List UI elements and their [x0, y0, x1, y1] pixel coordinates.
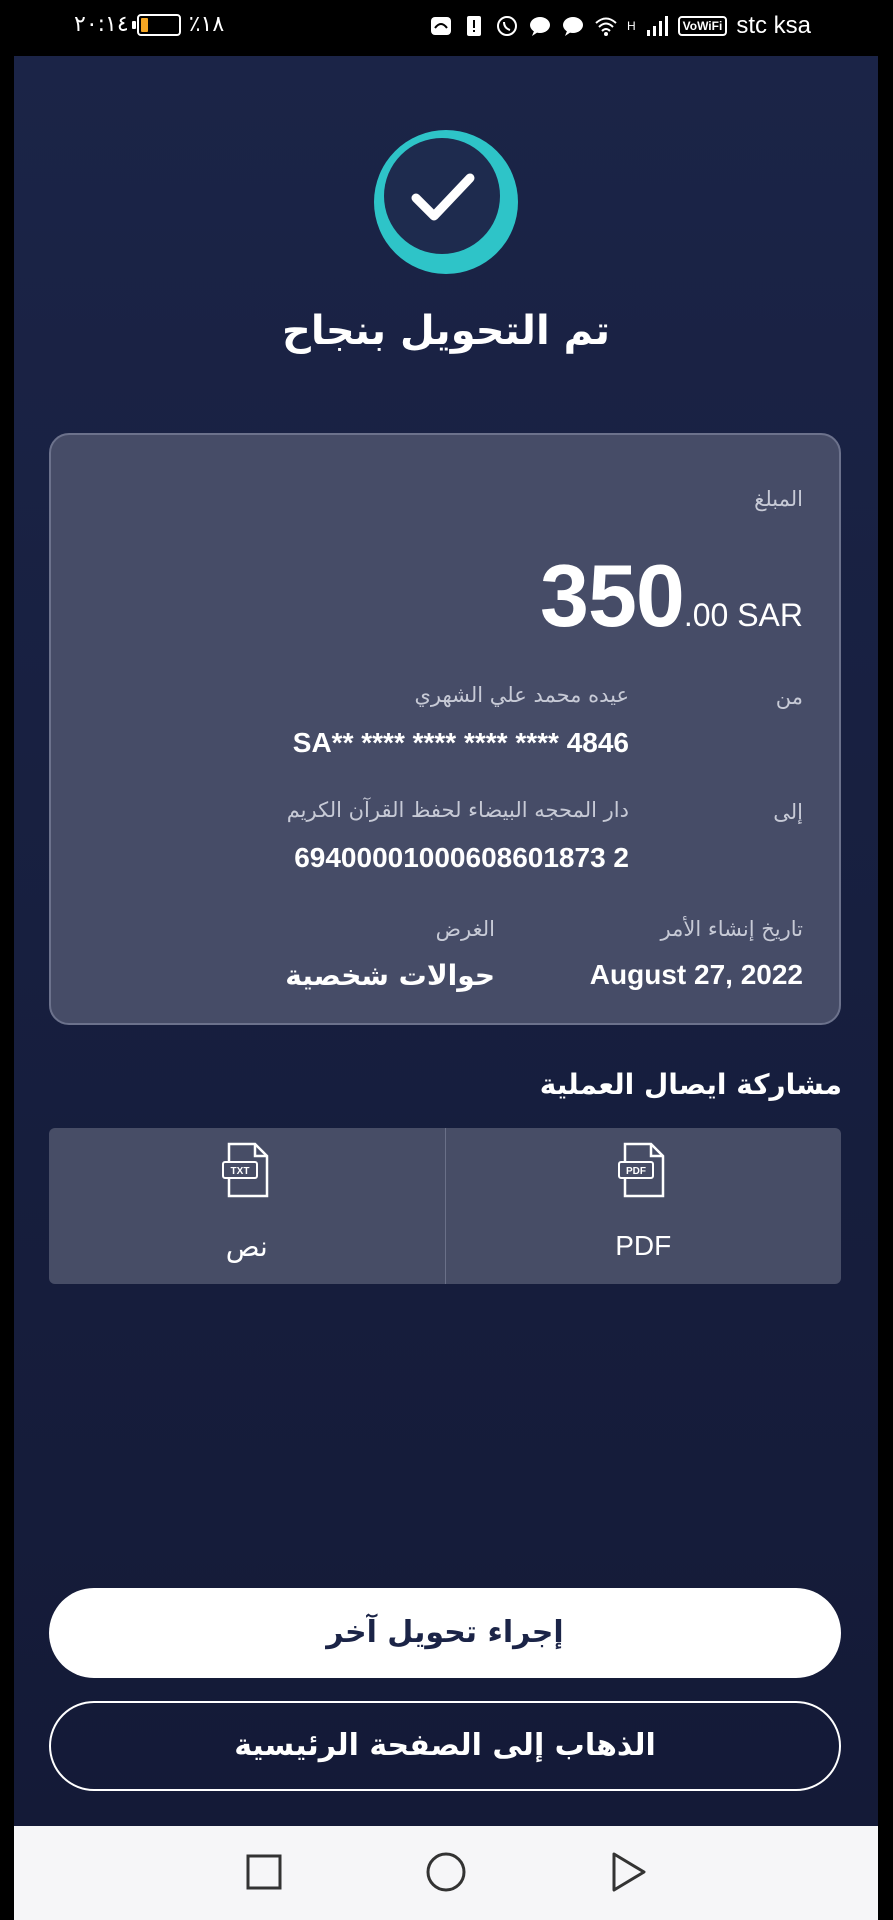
status-right: H VoWiFi stc ksa — [429, 12, 811, 40]
share-options: TXT نص PDF PDF — [49, 1128, 841, 1284]
share-text-button[interactable]: TXT نص — [49, 1128, 445, 1284]
share-pdf-label: PDF — [615, 1230, 672, 1261]
success-check-icon — [374, 130, 518, 274]
to-label: إلى — [773, 800, 803, 824]
battery-icon — [131, 13, 181, 36]
recent-apps-icon[interactable] — [240, 1848, 288, 1896]
from-name: عيده محمد علي الشهري — [414, 683, 629, 707]
share-pdf-button[interactable]: PDF PDF — [444, 1128, 842, 1284]
txt-icon-text: TXT — [230, 1166, 249, 1177]
purpose-label: الغرض — [435, 917, 495, 941]
wifi-icon — [595, 17, 617, 36]
receipt-card: المبلغ 350.00 SAR من عيده محمد علي الشهر… — [49, 433, 841, 1025]
date-label: تاريخ إنشاء الأمر — [660, 917, 803, 941]
txt-file-icon: TXT — [221, 1142, 268, 1198]
whatsapp-icon — [496, 16, 517, 36]
amount-label: المبلغ — [754, 487, 803, 511]
status-left: ٢٠:١٤ ٪١٨ — [74, 12, 224, 37]
navigation-bar — [14, 1826, 878, 1920]
sim-alert-icon — [466, 16, 481, 36]
status-bar: ٢٠:١٤ ٪١٨ H VoWiFi stc ksa — [0, 0, 893, 56]
pdf-icon-text: PDF — [626, 1166, 646, 1177]
to-account: 69400001000608601873 2 — [294, 842, 629, 873]
vowifi-badge: VoWiFi — [677, 16, 728, 36]
amount-value: 350.00 SAR — [540, 545, 803, 647]
status-time: ٢٠:١٤ — [74, 12, 129, 37]
page-title: تم التحويل بنجاح — [282, 308, 610, 354]
another-transfer-button[interactable]: إجراء تحويل آخر — [49, 1588, 841, 1678]
from-label: من — [775, 685, 803, 709]
chat-bubble-icon-2 — [562, 17, 583, 36]
back-icon[interactable] — [604, 1848, 652, 1896]
amount-integer: 350 — [540, 546, 685, 645]
from-account: SA** **** **** **** **** 4846 — [292, 727, 629, 758]
purpose-value: حوالات شخصية — [285, 959, 495, 992]
pdf-file-icon: PDF — [618, 1142, 665, 1198]
carrier-name: stc ksa — [736, 12, 811, 39]
date-value: August 27, 2022 — [589, 959, 803, 990]
share-text-label: نص — [225, 1230, 268, 1263]
go-home-button[interactable]: الذهاب إلى الصفحة الرئيسية — [49, 1701, 841, 1791]
chat-bubble-icon — [529, 17, 550, 36]
to-name: دار المحجه البيضاء لحفظ القرآن الكريم — [286, 798, 629, 822]
battery-percent: ٪١٨ — [188, 12, 225, 37]
app-notification-icon — [430, 17, 451, 35]
network-type: H — [626, 19, 636, 33]
share-receipt-title: مشاركة ايصال العملية — [539, 1068, 842, 1101]
signal-icon — [646, 16, 668, 36]
amount-decimal-currency: .00 SAR — [683, 597, 803, 633]
transfer-success-screen: تم التحويل بنجاح المبلغ 350.00 SAR من عي… — [14, 56, 878, 1826]
home-icon[interactable] — [422, 1848, 470, 1896]
